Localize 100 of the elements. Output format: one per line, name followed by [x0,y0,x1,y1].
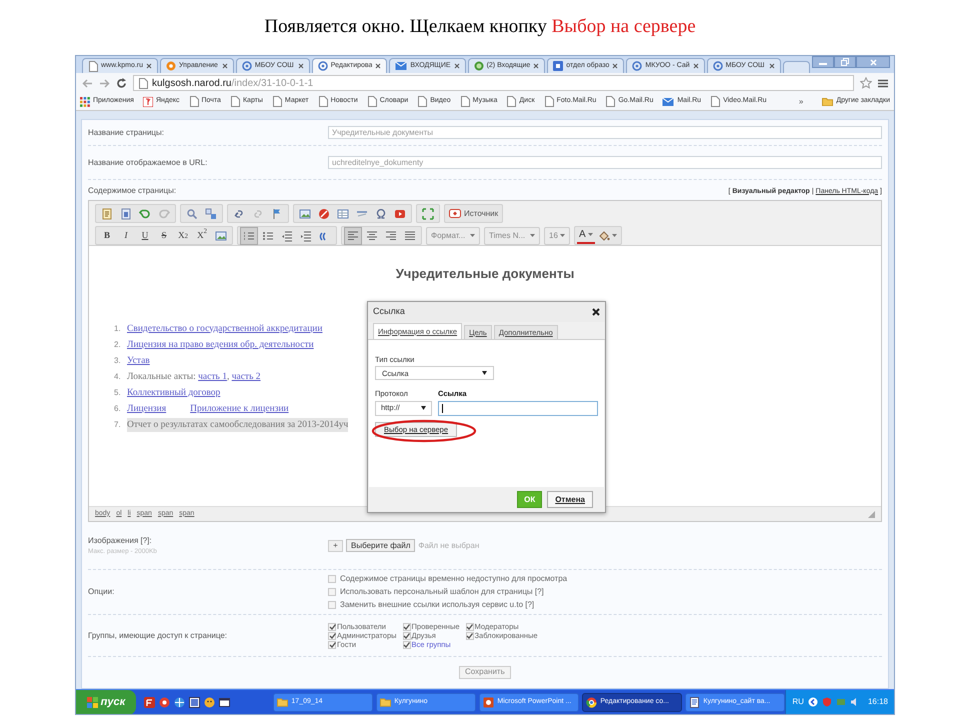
checkbox[interactable] [402,622,411,630]
link-icon [233,208,245,220]
ring-logo-icon [632,61,642,71]
slide-title: Появляется окно. Щелкаем кнопку Выбор на сервере [264,15,696,40]
format-button[interactable]: I [117,226,135,244]
document-link[interactable]: Свидетельство о государственной аккредитации [127,322,322,336]
source-button[interactable]: Источник [444,204,504,223]
numbered-list-icon [243,230,255,242]
minimize-button[interactable] [812,56,834,68]
add-button[interactable]: + [328,540,343,552]
dialog-title: Ссылка [373,305,405,318]
format-button[interactable]: S [155,226,173,244]
windows-flag-icon [86,696,98,708]
document-link[interactable]: Коллективный договор [127,386,220,400]
format-button[interactable]: X$^{2}$ [193,226,211,244]
smiley-icon[interactable] [204,696,215,708]
document-link[interactable]: Устав [127,354,150,368]
more-bookmarks-button[interactable]: » [798,96,804,108]
source-icon [449,209,461,218]
caret-icon [421,406,426,410]
folder-icon [380,696,392,708]
close-button[interactable] [856,56,890,68]
browser-icon[interactable] [158,696,170,708]
list-number: 1. [114,322,122,334]
format-button[interactable]: X$_{2}$ [174,226,192,244]
url-field[interactable] [438,400,598,416]
search-icon [186,208,198,220]
checkbox[interactable] [328,640,336,648]
star-icon[interactable] [860,77,872,89]
list-number: 4. [114,370,122,382]
redo-icon [158,208,170,220]
close-icon[interactable] [298,63,304,69]
font-color-button[interactable]: A [577,227,595,244]
globe-icon[interactable] [174,696,185,708]
page-icon [366,96,377,107]
indent-icon [300,230,312,242]
restore-icon [841,58,850,66]
format-button[interactable]: B [98,226,116,244]
caret-icon [482,371,487,376]
letter-logo-icon [142,96,153,106]
menu-icon[interactable] [878,78,888,88]
format-button[interactable]: U [136,226,154,244]
close-icon [870,58,877,66]
close-icon[interactable] [375,63,382,69]
video-icon [394,208,406,220]
cancel-button[interactable]: Отмена [547,491,593,508]
close-icon[interactable] [692,63,699,69]
checkbox[interactable] [402,640,411,648]
page-icon [710,96,720,107]
checkbox[interactable] [328,632,336,640]
choose-file-button[interactable]: Выберите файл [346,539,416,552]
globe-icon [474,61,484,71]
align-left-button[interactable] [344,226,362,244]
checkbox[interactable] [328,622,336,630]
checkbox[interactable] [402,632,411,640]
ring-logo-icon [318,61,328,71]
document-link[interactable]: Приложение к лицензии [190,402,289,416]
page-icon [272,96,282,107]
checkbox[interactable] [466,632,474,640]
language-indicator[interactable]: RU [792,696,804,708]
document-link[interactable]: часть 2 [232,370,261,384]
close-icon[interactable] [768,63,775,69]
round-logo-icon [166,61,176,71]
align-justify-icon [404,230,416,242]
bulleted-list-icon [262,230,274,242]
slides-icon [483,696,494,708]
document-link[interactable]: Лицензия [127,402,166,416]
square-logo-icon [553,61,564,71]
reload-icon[interactable] [116,78,127,88]
align-right-icon [385,230,397,242]
close-icon[interactable] [454,63,460,69]
close-icon[interactable] [592,308,600,316]
document-icon [689,696,700,708]
paint-bucket-icon [598,230,610,242]
restore-button[interactable] [834,56,856,68]
document-link[interactable]: Лицензия на право ведения обр. деятельности [127,338,314,352]
list-text: , [226,370,230,384]
start-button[interactable]: пуск [76,690,136,714]
caret-icon [612,234,617,237]
close-icon[interactable] [612,63,618,69]
undo-icon [139,208,151,220]
no-sign-icon [318,208,330,220]
numbered-list-button[interactable] [240,226,258,244]
close-icon[interactable] [146,63,152,69]
close-icon[interactable] [222,63,228,69]
paste-text-icon [101,208,113,220]
app-icon[interactable] [144,696,155,708]
option-label: Использовать персональный шаблон для страницы [?] [340,586,544,598]
text-cursor [442,404,443,412]
checkbox[interactable] [466,622,474,630]
desktop-icon[interactable] [218,696,230,708]
page-icon [230,96,240,107]
address-field[interactable]: kulgsosh.narod.ru/index/31-10-0-1-1 [133,75,854,91]
window-icon[interactable] [188,696,200,708]
align-left-icon [347,230,359,242]
browser-icon [586,696,598,708]
document-link[interactable]: часть 1 [198,370,227,384]
page-icon [544,96,554,107]
close-icon[interactable] [533,63,540,69]
caret-icon [560,234,565,237]
